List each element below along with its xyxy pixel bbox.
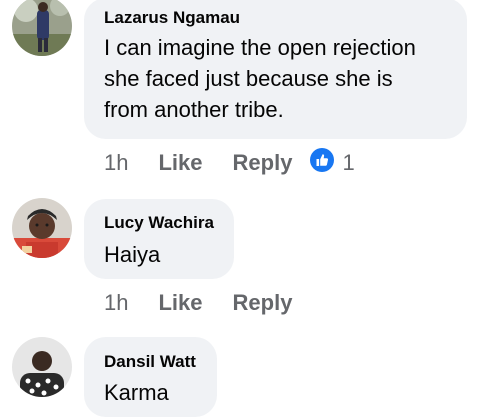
comment-text: Karma [104,380,169,405]
like-button[interactable]: Like [158,290,202,316]
avatar[interactable] [12,337,72,397]
thumbs-up-icon [310,148,335,178]
comment-author[interactable]: Dansil Watt [104,352,196,372]
avatar[interactable] [12,0,72,56]
comment-text: I can imagine the open rejection she fac… [104,35,416,122]
comment-author[interactable]: Lucy Wachira [104,213,214,233]
comment: Dansil Watt Karma [0,333,480,417]
comment-actions: 1h Like Reply 1 [104,148,355,178]
comment-time[interactable]: 1h [104,290,128,316]
comment-bubble: Lucy Wachira Haiya [84,199,234,279]
comment: Lazarus Ngamau I can imagine the open re… [0,0,480,190]
comment: Lucy Wachira Haiya 1h Like Reply [0,195,480,330]
comment-actions: 1h Like Reply [104,288,322,318]
comment-time[interactable]: 1h [104,150,128,176]
reaction-count: 1 [342,150,355,175]
reactions-summary[interactable]: 1 [310,148,355,178]
reply-button[interactable]: Reply [233,150,293,176]
comment-bubble: Lazarus Ngamau I can imagine the open re… [84,0,467,139]
comment-bubble: Dansil Watt Karma [84,337,217,417]
comment-text: Haiya [104,242,161,267]
comment-author[interactable]: Lazarus Ngamau [104,8,240,28]
like-button[interactable]: Like [158,150,202,176]
reply-button[interactable]: Reply [233,290,293,316]
avatar[interactable] [12,198,72,258]
